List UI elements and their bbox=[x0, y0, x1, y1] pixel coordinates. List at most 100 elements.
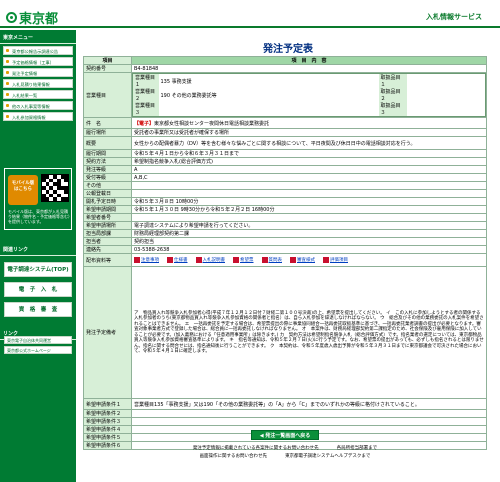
sidebar-item-other-cases[interactable]: 他の入札事案等情報 bbox=[3, 101, 73, 110]
contract-method-label: 契約方法 bbox=[83, 157, 132, 166]
condition-label: 希望申請条件３ bbox=[83, 417, 132, 426]
logo-text: 東京都 bbox=[19, 12, 59, 27]
qualification-review-button[interactable]: 資 格 審 査 bbox=[4, 302, 72, 317]
condition-value: 営業種目135「事務支援」又は190「その他の業務委託等」の「A」から「C」まで… bbox=[131, 398, 487, 410]
sidebar-item-qualification[interactable]: 入札参加資格情報 bbox=[3, 112, 73, 121]
handling-item-label: 取扱品目３ bbox=[378, 102, 407, 117]
period-value: 令和５年４月１日から令和６年３月３１日まで bbox=[131, 149, 487, 158]
application-location-label: 希望申請場所 bbox=[83, 221, 132, 230]
back-to-list-button[interactable]: ◀ 発注一覧画面へ戻る bbox=[251, 430, 319, 440]
electronic-bidding-button[interactable]: 電 子 入 札 bbox=[4, 282, 72, 297]
condition-label: 希望申請条件４ bbox=[83, 425, 132, 434]
business-type-kind: 営業種目２ bbox=[132, 88, 159, 102]
announcement-date-value bbox=[131, 189, 487, 198]
application-form-link[interactable]: 希望票 bbox=[233, 257, 254, 263]
review-form-link[interactable]: 審査様式 bbox=[290, 257, 315, 263]
procurement-system-button[interactable]: 電子調達システム(TOP) bbox=[4, 262, 72, 277]
question-form-link[interactable]: 質問表 bbox=[261, 257, 282, 263]
order-rank-label: 発注等級 bbox=[83, 165, 132, 174]
handling-item-label: 取扱品目２ bbox=[378, 88, 407, 102]
tokyo-logo[interactable]: 東京都 bbox=[6, 8, 58, 27]
contact-value: 03-5388-2638 bbox=[131, 245, 487, 254]
pdf-icon bbox=[167, 257, 173, 263]
evaluation-items-link[interactable]: 評価項目 bbox=[323, 257, 348, 263]
footer-help-value: 東京都電子調達システムヘルプデスクまで bbox=[285, 454, 371, 459]
person-label: 担当者 bbox=[83, 237, 132, 246]
pdf-icon bbox=[233, 257, 239, 263]
sidebar-item-result-list[interactable]: 入札結果一覧 bbox=[3, 90, 73, 99]
pdf-icon bbox=[323, 257, 329, 263]
subject-value: 東京都女性相談センター夜間休日電話相談業務委託 bbox=[154, 120, 270, 127]
business-type-table: 営業種目１ 135 事務支援 取扱品目１ 営業種目２ 190 その他の業務委託等… bbox=[132, 73, 486, 117]
opening-date-label: 開札予定日時 bbox=[83, 197, 132, 206]
condition-label: 希望申請条件２ bbox=[83, 409, 132, 418]
applicant-number-value bbox=[131, 213, 487, 222]
summary-value: 女性からの配偶者暴力（DV）等を含む様々な悩みごとに関する相談について、平日夜間… bbox=[131, 136, 487, 150]
order-schedule-table: 項目 項 目 内 容 契約番号 B4-81848 営業種目 営業種目１ 135 … bbox=[83, 56, 487, 450]
applicant-number-label: 希望者番号 bbox=[83, 213, 132, 222]
pdf-icon bbox=[195, 257, 202, 263]
sidebar-item-public-notice[interactable]: 東京都公報告示調達公告 bbox=[3, 46, 73, 55]
location-label: 履行場所 bbox=[83, 128, 132, 137]
tokyo-logo-icon bbox=[6, 12, 17, 23]
electronic-badge: 【電子】 bbox=[134, 120, 155, 127]
notice-document-link[interactable]: 注意事項 bbox=[134, 257, 159, 263]
application-location-value: 電子調達システムにより希望申請を行ってください。 bbox=[131, 221, 487, 230]
table-header-item: 項目 bbox=[83, 56, 132, 65]
tokyo-official-homepage-link[interactable]: 東京都公式ホームページ bbox=[4, 346, 72, 354]
location-value: 受託者の事業所又は受託者が確保する場所 bbox=[131, 128, 487, 137]
application-period-value: 令和５年１月３０日 9時30分から令和５年２月２日 16時00分 bbox=[131, 205, 487, 214]
site-header: 東京都 入札情報サービス bbox=[0, 0, 500, 28]
service-title: 入札情報サービス bbox=[426, 13, 482, 21]
other-value bbox=[131, 181, 487, 190]
specification-document-link[interactable]: 仕様書 bbox=[167, 257, 188, 263]
sidebar-item-price-info[interactable]: 予定価格情報（工事） bbox=[3, 57, 73, 66]
person-value: 契約担当 bbox=[131, 237, 487, 246]
business-type-label: 営業種目 bbox=[83, 72, 132, 118]
documents-label: 配布資料等 bbox=[83, 253, 132, 267]
application-period-label: 希望申請期間 bbox=[83, 205, 132, 214]
condition-label: 希望申請条件５ bbox=[83, 433, 132, 442]
footer-help-label: 画面操作に関するお問い合わせ先 bbox=[199, 454, 268, 459]
business-type-name bbox=[159, 102, 379, 117]
announcement-date-label: 公報登載日 bbox=[83, 189, 132, 198]
period-label: 履行期間 bbox=[83, 149, 132, 158]
back-arrow-icon: ◀ bbox=[259, 433, 264, 439]
pdf-icon bbox=[290, 257, 296, 263]
pdf-icon bbox=[261, 257, 268, 263]
mobile-panel: モバイル版 はこちら モバイル版は、東京都が入札見積り結果（物件名・予定価格等含… bbox=[4, 168, 72, 230]
table-header-content: 項 目 内 容 bbox=[131, 56, 487, 65]
contract-method-value: 希望制指名競争入札(総合評価方式) bbox=[131, 157, 487, 166]
bid-explanation-document-link[interactable]: 入札説明書 bbox=[195, 257, 225, 263]
sidebar-item-bid-results[interactable]: 入札見積り結果情報 bbox=[3, 79, 73, 88]
contact-label: 連絡先 bbox=[83, 245, 132, 254]
reception-rank-value: A,B,C bbox=[131, 173, 487, 182]
sidebar-item-order-schedule[interactable]: 発注予定情報 bbox=[3, 68, 73, 77]
subject-label: 件 名 bbox=[83, 117, 132, 129]
handling-item-value bbox=[407, 74, 486, 89]
remarks-value: ア 物品買入れ等競争入札参加者心得(平成７年１２月１２日付７財経二第１００号決裁… bbox=[131, 266, 487, 399]
contract-no-label: 契約番号 bbox=[83, 64, 132, 73]
footer: 発注予定情報に掲載されている各案件に関するお問い合わせ先 各局所担当部署まで 画… bbox=[83, 445, 487, 461]
mobile-button-sub: はこちら bbox=[14, 187, 32, 192]
business-type-kind: 営業種目３ bbox=[132, 102, 159, 117]
page-title: 発注予定表 bbox=[263, 44, 313, 55]
footer-contact-value: 各局所担当部署まで bbox=[336, 446, 378, 451]
mobile-button[interactable]: モバイル版 はこちら bbox=[8, 175, 38, 205]
business-type-name: 135 事務支援 bbox=[160, 78, 192, 85]
handling-item-value bbox=[407, 88, 486, 102]
order-rank-value: A bbox=[131, 165, 487, 174]
opening-date-value: 令和５年３月８日 10時00分 bbox=[131, 197, 487, 206]
condition-value bbox=[131, 409, 487, 418]
main-content: 発注予定表 項目 項 目 内 容 契約番号 B4-81848 営業種目 営業種目… bbox=[83, 40, 493, 475]
qr-code-icon bbox=[41, 174, 69, 202]
tokyo-e-government-link[interactable]: 東京電子自治体共同運営 bbox=[4, 336, 72, 344]
department-label: 担当局部課 bbox=[83, 229, 132, 238]
condition-label: 希望申請条件１ bbox=[83, 398, 132, 410]
department-value: 財務局経理部契約第二課 bbox=[131, 229, 487, 238]
sidebar-menu-title: 東京メニュー bbox=[0, 30, 76, 44]
contract-no-value: B4-81848 bbox=[131, 64, 487, 73]
mobile-description: モバイル版は、東京都が入札見積り結果（物件名・予定価格等含む）を提供しています。 bbox=[8, 209, 70, 224]
documents-list: 注意事項 仕様書 入札説明書 希望票 質問表 審査様式 評価項目 bbox=[134, 257, 484, 263]
handling-item-value bbox=[407, 102, 486, 117]
